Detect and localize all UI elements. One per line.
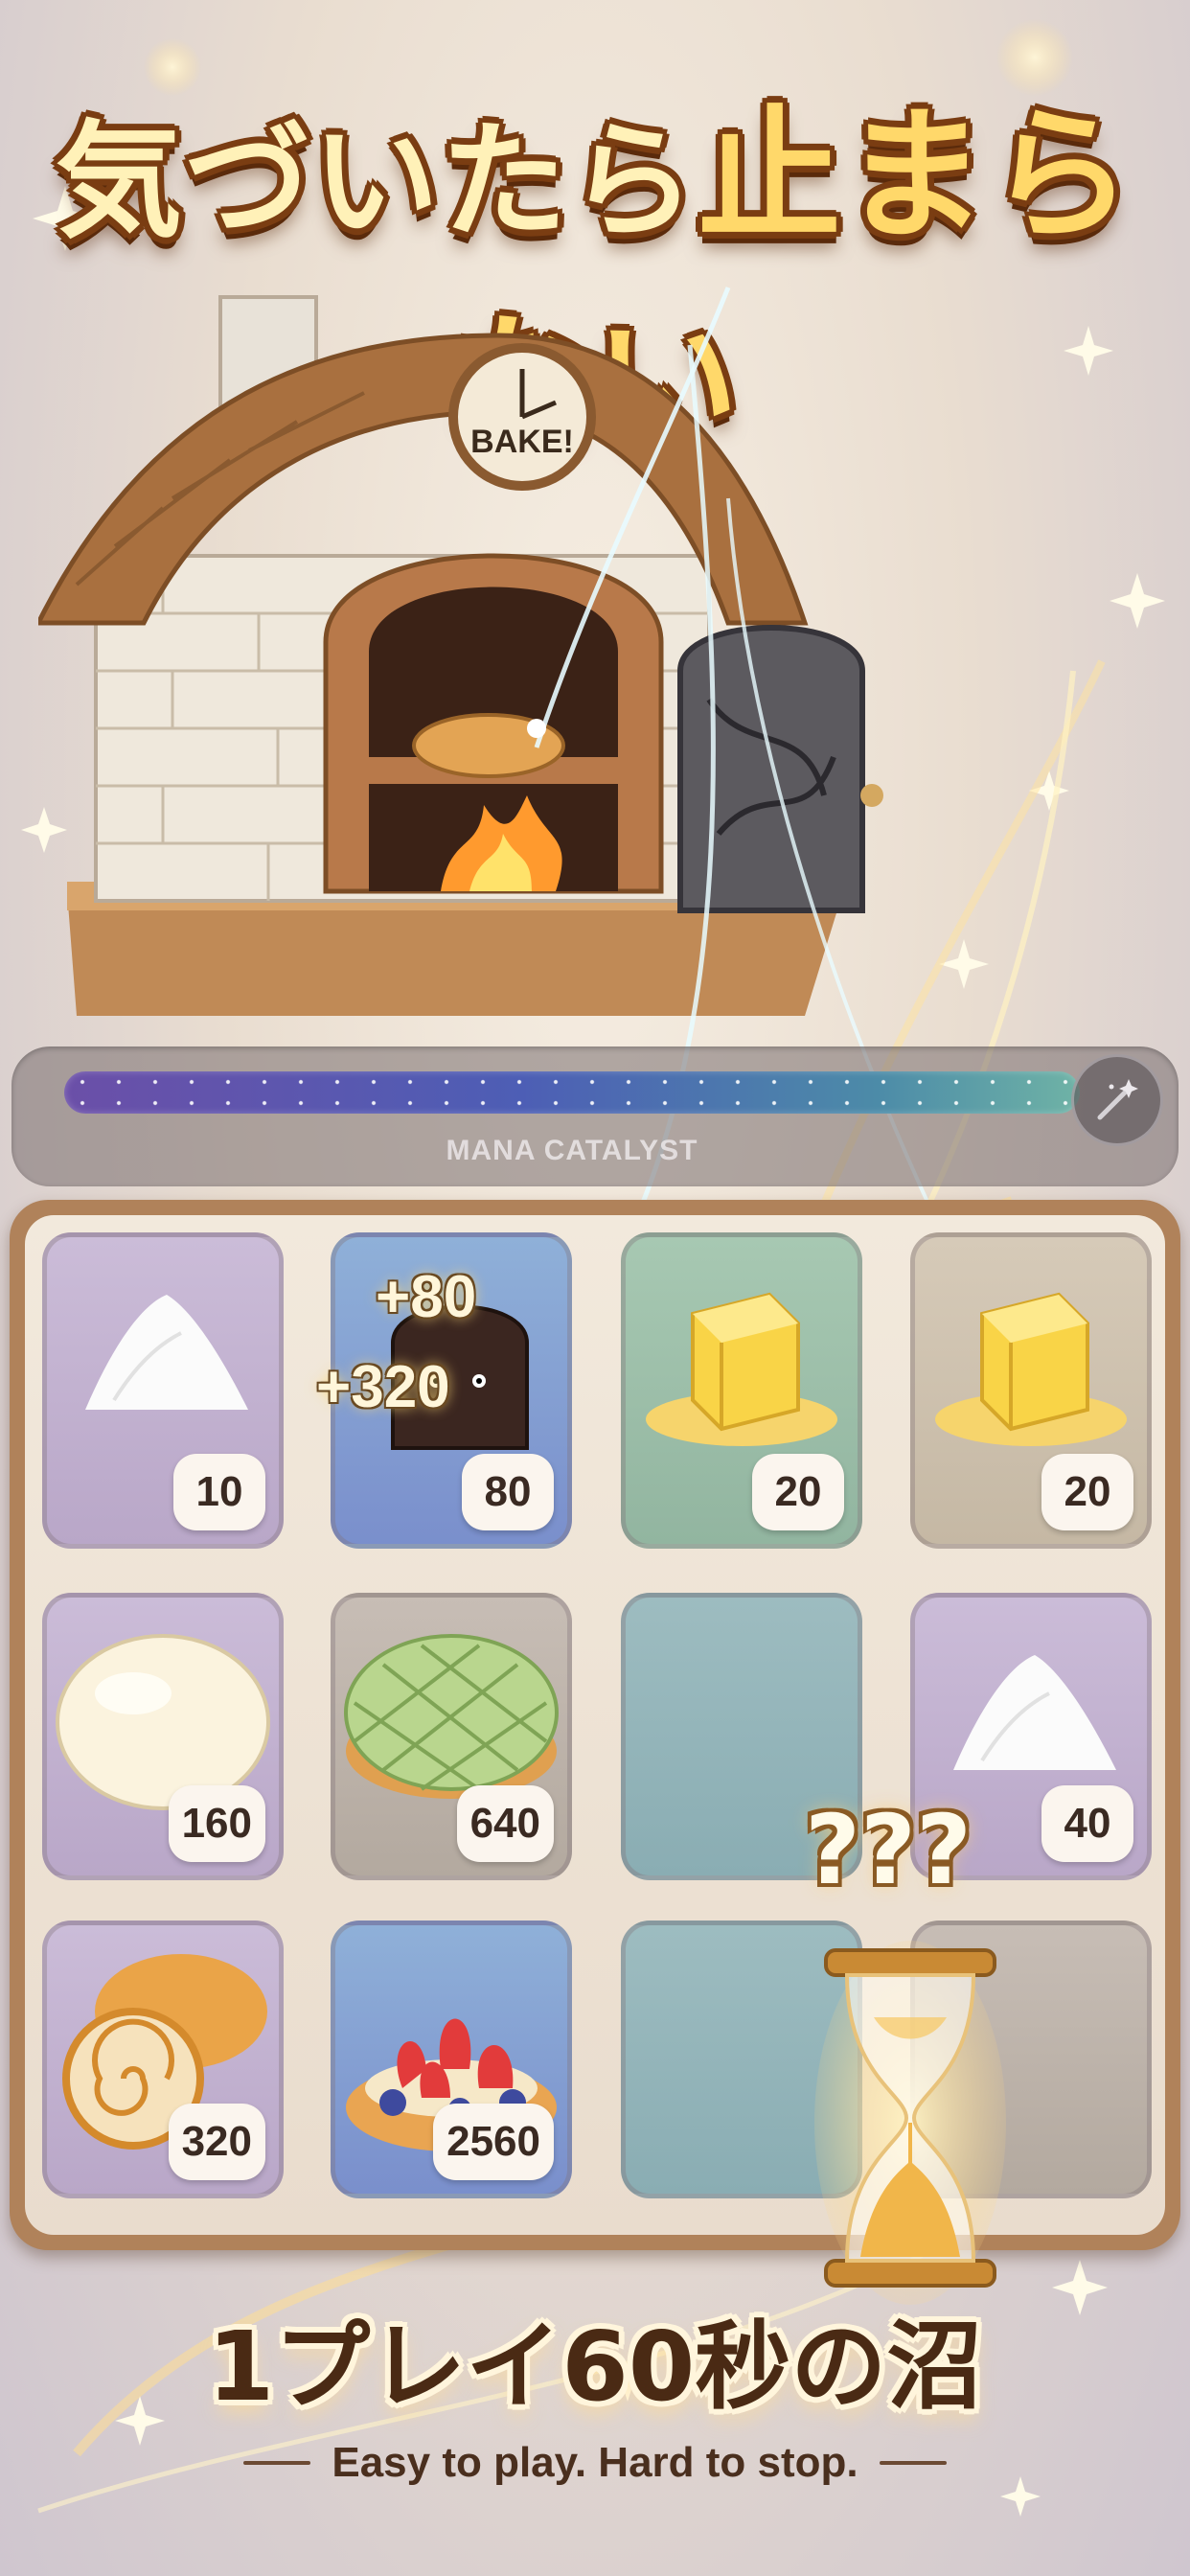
tagline-japanese: 1プレイ60秒の沼 xyxy=(207,2311,983,2423)
tile-value-badge: 2560 xyxy=(433,2104,554,2180)
tile-value-badge: 10 xyxy=(173,1454,265,1530)
board-tile-dough-ball[interactable]: 160 xyxy=(42,1593,284,1880)
tile-value-badge: 160 xyxy=(168,1785,265,1862)
score-popup-small: +80 xyxy=(376,1264,477,1330)
mana-label: MANA CATALYST xyxy=(446,1135,698,1166)
oven-sign: BAKE! xyxy=(470,424,574,460)
tagline-rule-right xyxy=(879,2461,947,2465)
hourglass-icon[interactable] xyxy=(814,1941,1006,2305)
tagline-rule-left xyxy=(243,2461,311,2465)
board-tile-butter[interactable]: 20 xyxy=(910,1232,1152,1549)
oven-illustration[interactable]: BAKE! xyxy=(34,220,996,1035)
tile-value-badge: 20 xyxy=(752,1454,844,1530)
board-tile-flour[interactable]: 10 xyxy=(42,1232,284,1549)
mana-progress-track xyxy=(64,1071,1080,1114)
board-tile-berry-danish[interactable]: 2560 xyxy=(331,1920,572,2198)
tile-value-badge: 40 xyxy=(1041,1785,1133,1862)
tile-value-badge: 20 xyxy=(1041,1454,1133,1530)
mystery-question-marks: ??? xyxy=(805,1794,973,1906)
magic-wand-icon[interactable] xyxy=(1071,1054,1163,1146)
board-tile-butter-roll[interactable]: 320 xyxy=(42,1920,284,2198)
board-tile-butter[interactable]: 20 xyxy=(621,1232,862,1549)
tile-value-badge: 80 xyxy=(462,1454,554,1530)
tile-value-badge: 640 xyxy=(456,1785,554,1862)
score-popup-big: +320 xyxy=(316,1354,450,1420)
mana-catalyst-bar: MANA CATALYST xyxy=(11,1046,1179,1186)
tile-value-badge: 320 xyxy=(168,2104,265,2180)
tagline-english-text: Easy to play. Hard to stop. xyxy=(332,2439,858,2486)
board-tile-melon-pan[interactable]: 640 xyxy=(331,1593,572,1880)
tagline-english: Easy to play. Hard to stop. xyxy=(0,2439,1190,2487)
